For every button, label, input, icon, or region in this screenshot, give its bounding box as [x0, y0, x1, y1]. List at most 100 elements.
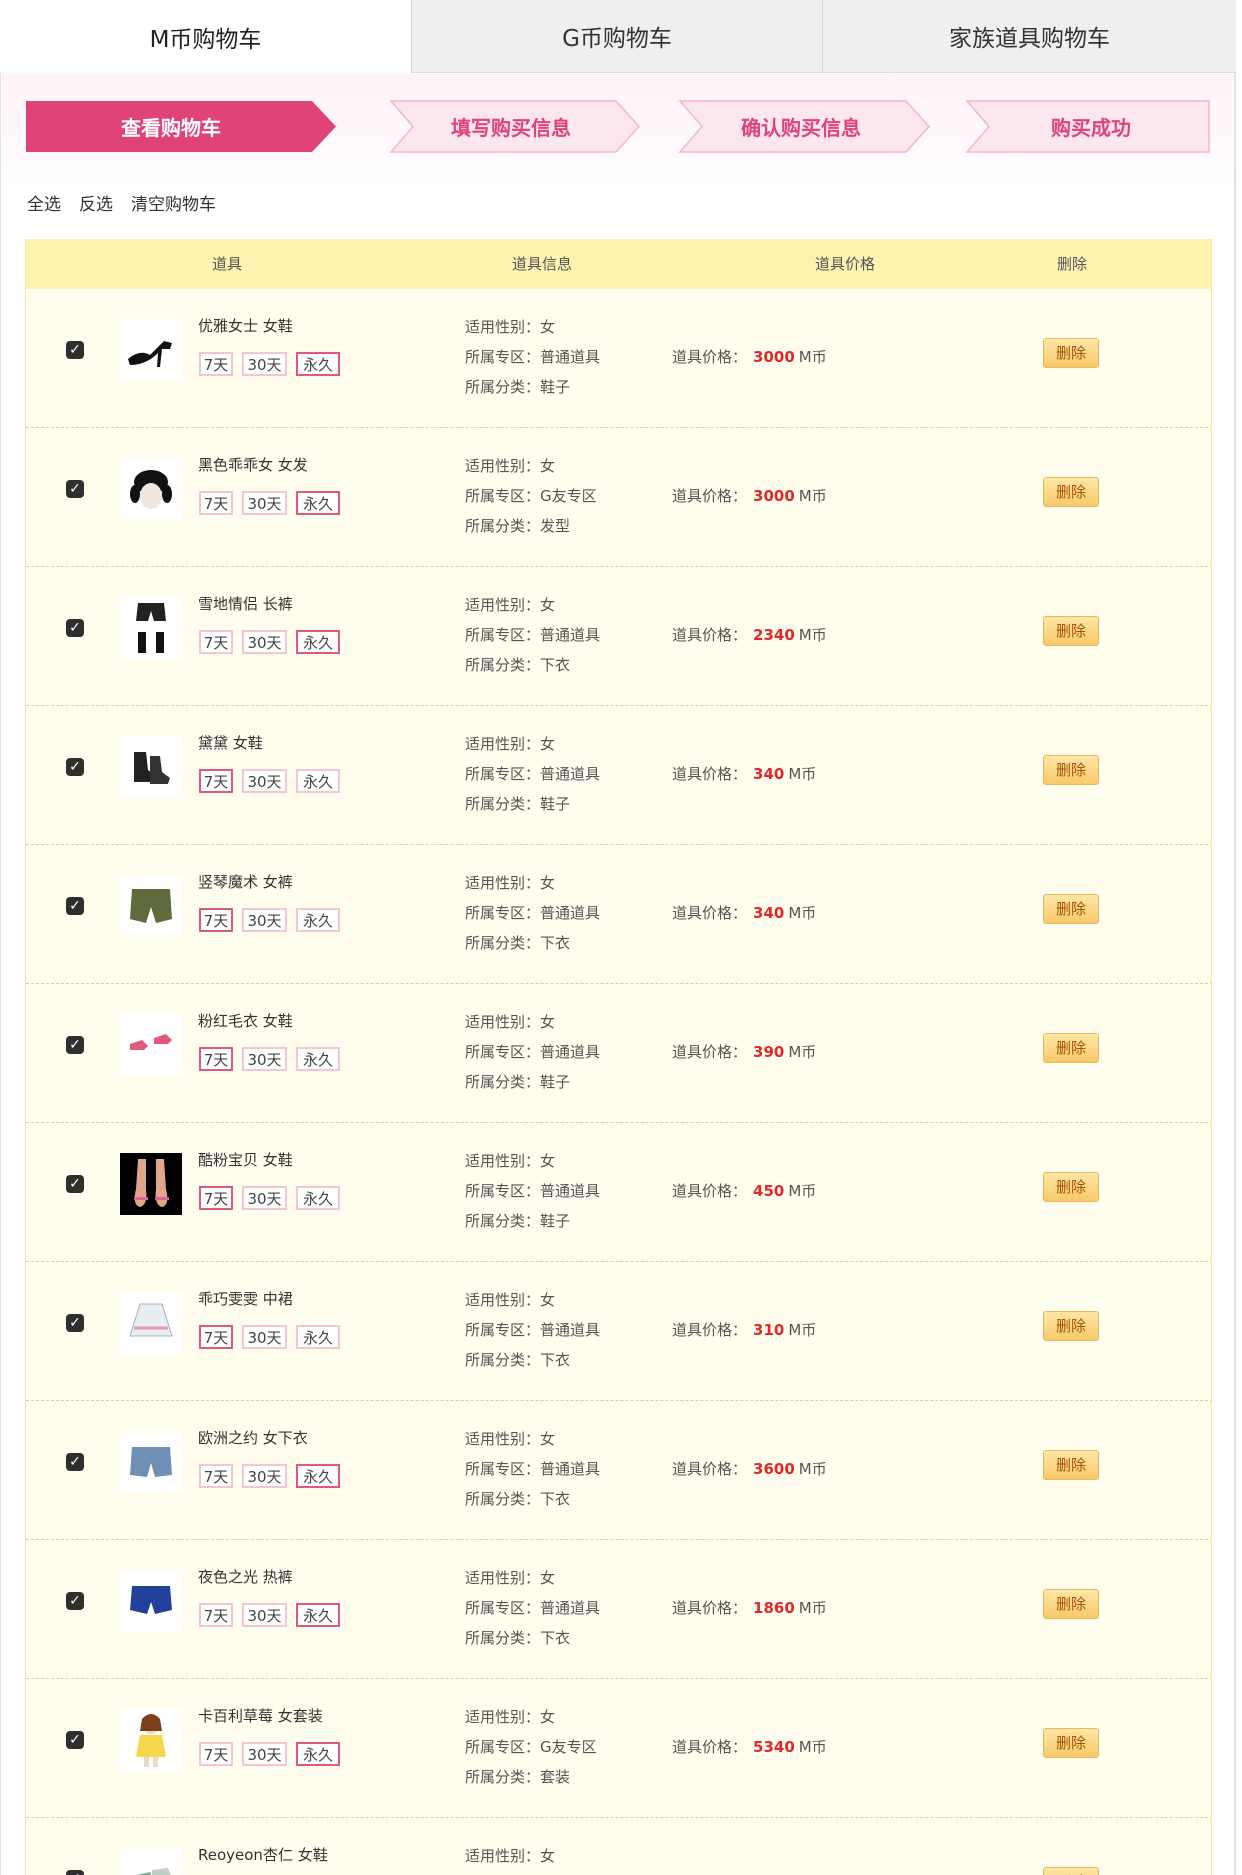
delete-button[interactable]: 删除 — [1043, 1450, 1099, 1480]
duration-30-days[interactable]: 30天 — [242, 769, 287, 793]
category-value: 下衣 — [540, 1351, 571, 1369]
duration-30-days[interactable]: 30天 — [242, 1464, 287, 1488]
row-checkbox[interactable]: ✓ — [66, 1036, 84, 1054]
delete-button[interactable]: 删除 — [1043, 1033, 1099, 1063]
price-label: 道具价格： — [672, 1460, 748, 1478]
duration-permanent[interactable]: 永久 — [296, 491, 340, 515]
row-checkbox[interactable]: ✓ — [66, 897, 84, 915]
step-confirm-info: 确认购买信息 — [741, 116, 861, 140]
duration-7-days[interactable]: 7天 — [199, 1186, 233, 1210]
duration-30-days[interactable]: 30天 — [242, 491, 287, 515]
price-value: 3000 — [753, 348, 795, 366]
duration-7-days[interactable]: 7天 — [199, 769, 233, 793]
duration-30-days[interactable]: 30天 — [242, 630, 287, 654]
duration-permanent[interactable]: 永久 — [296, 352, 340, 376]
duration-7-days[interactable]: 7天 — [199, 1603, 233, 1627]
duration-30-days[interactable]: 30天 — [242, 352, 287, 376]
category-value: 下衣 — [540, 934, 571, 952]
invert-selection-link[interactable]: 反选 — [79, 190, 113, 220]
info-category: 所属分类：下衣 — [465, 1349, 570, 1370]
info-gender: 适用性别：女 — [465, 1428, 555, 1449]
gender-label: 适用性别： — [465, 1291, 541, 1309]
row-checkbox[interactable]: ✓ — [66, 1592, 84, 1610]
duration-permanent[interactable]: 永久 — [296, 769, 340, 793]
delete-button[interactable]: 删除 — [1043, 477, 1099, 507]
duration-7-days[interactable]: 7天 — [199, 1464, 233, 1488]
duration-30-days[interactable]: 30天 — [242, 1047, 287, 1071]
item-price: 道具价格： 2340 M币 — [672, 624, 827, 645]
category-value: 套装 — [540, 1768, 571, 1786]
duration-permanent[interactable]: 永久 — [296, 630, 340, 654]
item-name: 黛黛 女鞋 — [198, 734, 263, 752]
category-value: 下衣 — [540, 1629, 571, 1647]
row-checkbox[interactable]: ✓ — [66, 1453, 84, 1471]
delete-button[interactable]: 删除 — [1043, 1867, 1099, 1875]
tab-m-coin-cart[interactable]: M币购物车 — [0, 0, 412, 73]
duration-permanent[interactable]: 永久 — [296, 1742, 340, 1766]
info-zone: 所属专区：G友专区 — [465, 1736, 597, 1757]
delete-button[interactable]: 删除 — [1043, 1311, 1099, 1341]
info-zone: 所属专区：普通道具 — [465, 346, 600, 367]
table-row: ✓ 粉红毛衣 女鞋 7天 30天 永久 适用性别：女 所属专区：普通道具 所属分类：鞋子 道具价… — [26, 984, 1211, 1123]
price-value: 3000 — [753, 487, 795, 505]
row-checkbox[interactable]: ✓ — [66, 1314, 84, 1332]
duration-30-days[interactable]: 30天 — [242, 1603, 287, 1627]
price-label: 道具价格： — [672, 1182, 748, 1200]
duration-7-days[interactable]: 7天 — [199, 908, 233, 932]
price-label: 道具价格： — [672, 1043, 748, 1061]
row-checkbox[interactable]: ✓ — [66, 1731, 84, 1749]
duration-30-days[interactable]: 30天 — [242, 908, 287, 932]
item-name: 酷粉宝贝 女鞋 — [198, 1151, 293, 1169]
delete-button[interactable]: 删除 — [1043, 1728, 1099, 1758]
delete-button[interactable]: 删除 — [1043, 616, 1099, 646]
gender-value: 女 — [540, 596, 556, 614]
duration-permanent[interactable]: 永久 — [296, 1047, 340, 1071]
item-name: 粉红毛衣 女鞋 — [198, 1012, 293, 1030]
duration-7-days[interactable]: 7天 — [199, 630, 233, 654]
duration-permanent[interactable]: 永久 — [296, 1603, 340, 1627]
duration-7-days[interactable]: 7天 — [199, 1047, 233, 1071]
price-label: 道具价格： — [672, 626, 748, 644]
row-checkbox[interactable]: ✓ — [66, 1175, 84, 1193]
row-checkbox[interactable]: ✓ — [66, 619, 84, 637]
select-all-link[interactable]: 全选 — [27, 190, 61, 220]
zone-label: 所属专区： — [465, 904, 541, 922]
duration-30-days[interactable]: 30天 — [242, 1742, 287, 1766]
gender-value: 女 — [540, 1569, 556, 1587]
duration-7-days[interactable]: 7天 — [199, 1325, 233, 1349]
row-checkbox[interactable]: ✓ — [66, 341, 84, 359]
row-checkbox[interactable]: ✓ — [66, 480, 84, 498]
clear-cart-link[interactable]: 清空购物车 — [131, 190, 216, 220]
zone-value: 普通道具 — [540, 1460, 601, 1478]
row-checkbox[interactable]: ✓ — [66, 1870, 84, 1875]
duration-permanent[interactable]: 永久 — [296, 1464, 340, 1488]
info-category: 所属分类：发型 — [465, 515, 570, 536]
cart-actions: 全选 反选 清空购物车 — [27, 190, 216, 220]
duration-permanent[interactable]: 永久 — [296, 1325, 340, 1349]
category-label: 所属分类： — [465, 1490, 541, 1508]
delete-button[interactable]: 删除 — [1043, 338, 1099, 368]
delete-button[interactable]: 删除 — [1043, 894, 1099, 924]
tab-g-coin-cart[interactable]: G币购物车 — [412, 0, 823, 73]
price-value: 450 — [753, 1182, 785, 1200]
row-checkbox[interactable]: ✓ — [66, 758, 84, 776]
category-label: 所属分类： — [465, 1768, 541, 1786]
item-price: 道具价格： 5340 M币 — [672, 1736, 827, 1757]
item-price: 道具价格： 3000 M币 — [672, 346, 827, 367]
delete-button[interactable]: 删除 — [1043, 755, 1099, 785]
duration-7-days[interactable]: 7天 — [199, 352, 233, 376]
duration-30-days[interactable]: 30天 — [242, 1325, 287, 1349]
delete-button[interactable]: 删除 — [1043, 1172, 1099, 1202]
delete-button[interactable]: 删除 — [1043, 1589, 1099, 1619]
tab-family-item-cart[interactable]: 家族道具购物车 — [823, 0, 1236, 73]
duration-permanent[interactable]: 永久 — [296, 908, 340, 932]
duration-permanent[interactable]: 永久 — [296, 1186, 340, 1210]
step-view-cart: 查看购物车 — [121, 116, 221, 140]
cart-table: 道具 道具信息 道具价格 删除 ✓ 优雅女士 女鞋 7天 30天 永久 适用性别：女 所属专… — [25, 239, 1212, 1875]
duration-7-days[interactable]: 7天 — [199, 1742, 233, 1766]
duration-30-days[interactable]: 30天 — [242, 1186, 287, 1210]
hair-icon — [120, 458, 182, 520]
info-zone: 所属专区：普通道具 — [465, 902, 600, 923]
category-label: 所属分类： — [465, 1212, 541, 1230]
duration-7-days[interactable]: 7天 — [199, 491, 233, 515]
